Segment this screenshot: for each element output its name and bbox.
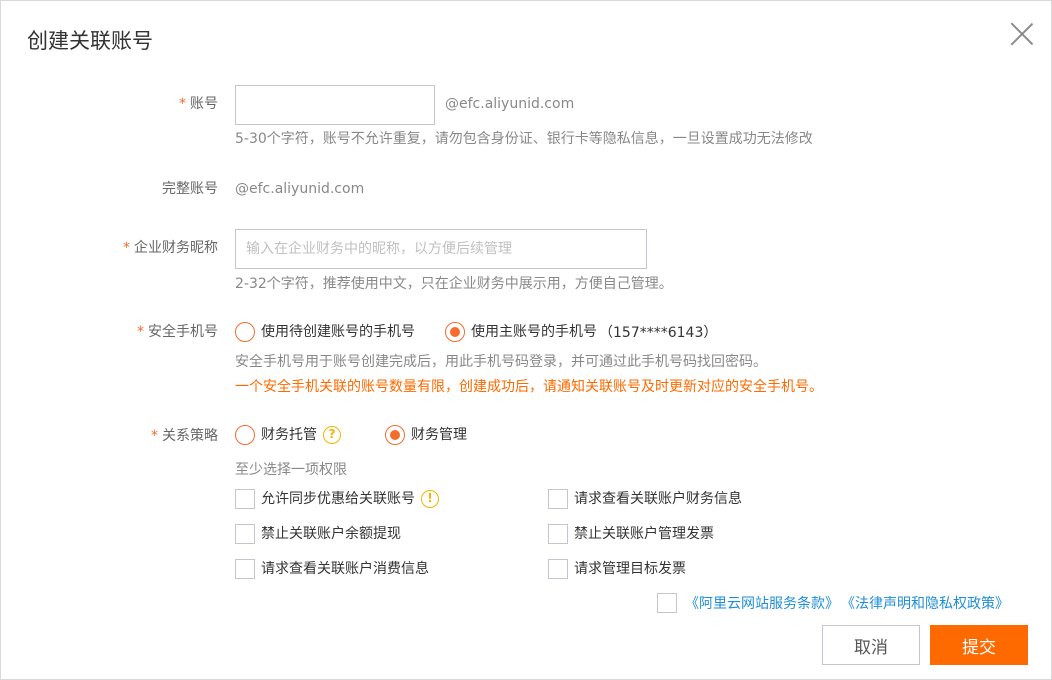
required-mark: *: [179, 96, 186, 112]
nickname-label: * 企业财务昵称: [123, 240, 218, 256]
account-help: 5-30个字符，账号不允许重复，请勿包含身份证、银行卡等隐私信息，一旦设置成功无…: [235, 131, 813, 147]
agreement-row: 《阿里云网站服务条款》 《法律声明和隐私权政策》: [657, 593, 1009, 613]
checkbox-label: 请求查看关联账户消费信息: [261, 561, 429, 577]
radio-label: 财务管理: [411, 427, 467, 443]
permission-sync-discount[interactable]: 允许同步优惠给关联账号 !: [235, 489, 439, 509]
permission-manage-invoice[interactable]: 请求管理目标发票: [548, 559, 686, 579]
permissions-title: 至少选择一项权限: [235, 462, 347, 478]
agreement-checkbox[interactable]: [657, 593, 677, 613]
nickname-input[interactable]: [235, 229, 647, 269]
phone-warning: 一个安全手机关联的账号数量有限，创建成功后，请通知关联账号及时更新对应的安全手机…: [235, 379, 823, 395]
terms-link[interactable]: 《阿里云网站服务条款》: [685, 593, 839, 613]
permission-forbid-withdraw[interactable]: 禁止关联账户余额提现: [235, 524, 401, 544]
checkbox-label: 请求查看关联账户财务信息: [574, 491, 742, 507]
full-account-value: @efc.aliyunid.com: [235, 181, 365, 197]
checkbox[interactable]: [548, 489, 568, 509]
checkbox[interactable]: [548, 524, 568, 544]
policy-option-management[interactable]: 财务管理: [385, 425, 467, 445]
phone-help: 安全手机号用于账号创建完成后，用此手机号码登录，并可通过此手机号码找回密码。: [235, 354, 767, 370]
policy-label: * 关系策略: [151, 428, 218, 444]
permission-forbid-invoice[interactable]: 禁止关联账户管理发票: [548, 524, 714, 544]
radio-unchecked[interactable]: [235, 322, 255, 342]
masked-phone-number: （157****6143）: [599, 325, 718, 341]
checkbox[interactable]: [235, 559, 255, 579]
checkbox-label: 禁止关联账户管理发票: [574, 526, 714, 542]
phone-label: * 安全手机号: [137, 324, 218, 340]
checkbox[interactable]: [235, 489, 255, 509]
checkbox-label: 禁止关联账户余额提现: [261, 526, 401, 542]
radio-label: 使用待创建账号的手机号: [261, 324, 415, 340]
cancel-button[interactable]: 取消: [822, 625, 920, 665]
permission-view-finance[interactable]: 请求查看关联账户财务信息: [548, 489, 742, 509]
question-icon[interactable]: ?: [323, 426, 341, 444]
policy-option-hosting[interactable]: 财务托管 ?: [235, 425, 341, 445]
radio-checked[interactable]: [385, 425, 405, 445]
checkbox-label: 允许同步优惠给关联账号: [261, 491, 415, 507]
required-mark: *: [137, 324, 144, 340]
radio-unchecked[interactable]: [235, 425, 255, 445]
nickname-help: 2-32个字符，推荐使用中文，只在企业财务中展示用，方便自己管理。: [235, 276, 673, 292]
account-label: * 账号: [179, 96, 218, 112]
close-icon[interactable]: [1009, 21, 1035, 47]
dialog-title: 创建关联账号: [27, 29, 153, 53]
create-linked-account-dialog: 创建关联账号 * 账号 @efc.aliyunid.com 5-30个字符，账号不…: [0, 0, 1052, 680]
radio-label: 使用主账号的手机号: [471, 324, 597, 340]
phone-option-new-account[interactable]: 使用待创建账号的手机号: [235, 322, 415, 342]
submit-button[interactable]: 提交: [930, 625, 1028, 665]
checkbox-label: 请求管理目标发票: [574, 561, 686, 577]
privacy-link[interactable]: 《法律声明和隐私权政策》: [841, 593, 1009, 613]
checkbox[interactable]: [235, 524, 255, 544]
phone-option-main-account[interactable]: 使用主账号的手机号 （157****6143）: [445, 322, 717, 342]
required-mark: *: [151, 428, 158, 444]
required-mark: *: [123, 240, 130, 256]
permission-view-consumption[interactable]: 请求查看关联账户消费信息: [235, 559, 429, 579]
info-icon[interactable]: !: [421, 490, 439, 508]
checkbox[interactable]: [548, 559, 568, 579]
full-account-label: 完整账号: [162, 181, 218, 197]
radio-checked[interactable]: [445, 322, 465, 342]
account-suffix: @efc.aliyunid.com: [445, 96, 575, 112]
account-input[interactable]: [235, 85, 435, 125]
radio-label: 财务托管: [261, 427, 317, 443]
